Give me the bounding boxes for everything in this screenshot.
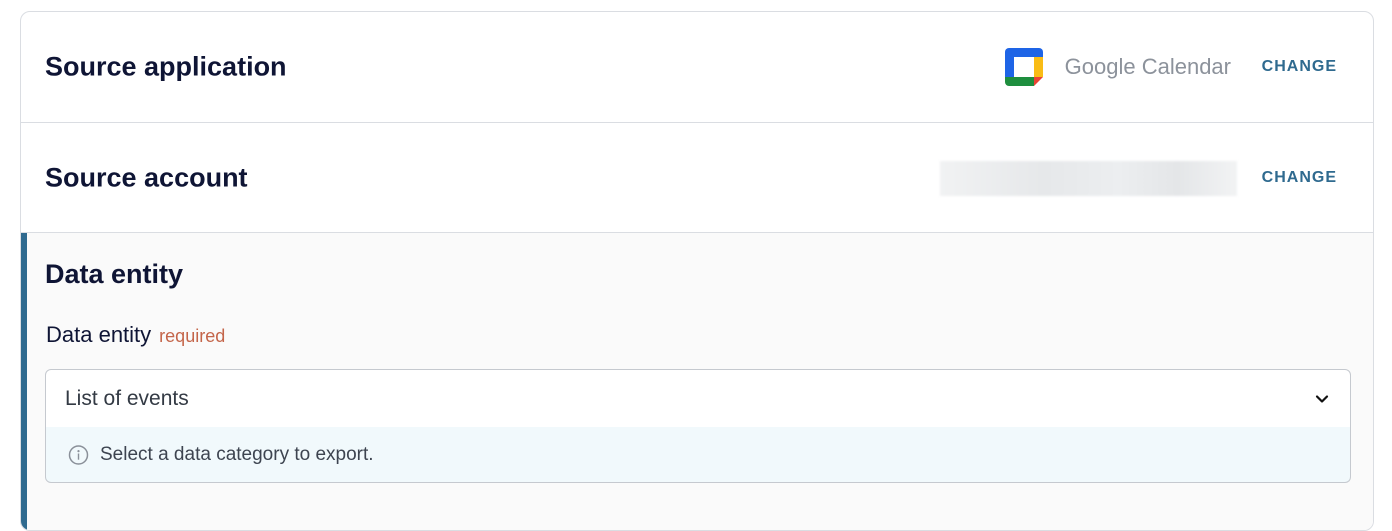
info-icon bbox=[68, 444, 89, 465]
selected-app: Google Calendar bbox=[1004, 48, 1231, 86]
source-application-title: Source application bbox=[45, 51, 287, 82]
redacted-account-name bbox=[940, 161, 1237, 196]
google-calendar-icon bbox=[1004, 48, 1043, 86]
chevron-down-icon[interactable] bbox=[1314, 391, 1330, 407]
required-badge: required bbox=[159, 326, 226, 346]
source-settings-panel: Source application Google Calendar CHANG… bbox=[20, 11, 1374, 531]
data-entity-field-label: Data entity required bbox=[46, 322, 225, 348]
source-account-row: Source account CHANGE bbox=[21, 123, 1373, 233]
data-entity-heading: Data entity bbox=[45, 259, 184, 289]
data-entity-selected-value: List of events bbox=[65, 386, 189, 410]
change-application-button[interactable]: CHANGE bbox=[1262, 58, 1337, 76]
source-application-row: Source application Google Calendar CHANG… bbox=[21, 12, 1373, 123]
data-entity-hint: Select a data category to export. bbox=[45, 427, 1351, 483]
app-name: Google Calendar bbox=[1064, 54, 1231, 79]
data-entity-section: Data entity Data entity required List of … bbox=[21, 233, 1373, 530]
data-entity-select[interactable]: List of events bbox=[45, 369, 1351, 428]
change-account-button[interactable]: CHANGE bbox=[1262, 169, 1337, 187]
source-account-title: Source account bbox=[45, 162, 248, 192]
hint-text: Select a data category to export. bbox=[100, 443, 374, 465]
field-label-text: Data entity bbox=[46, 322, 152, 347]
